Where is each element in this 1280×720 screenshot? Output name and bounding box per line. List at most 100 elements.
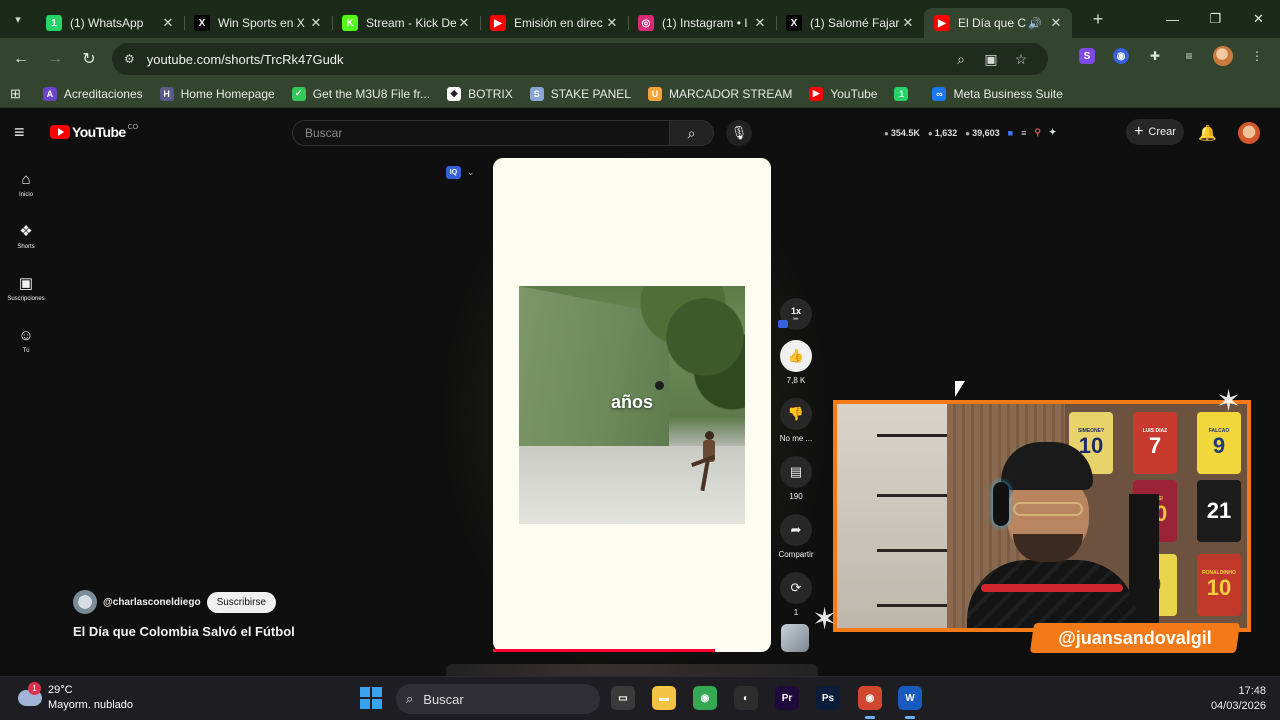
plus-icon: + — [1134, 123, 1144, 140]
close-tab-icon[interactable]: ✕ — [456, 15, 472, 31]
account-avatar[interactable] — [1238, 122, 1260, 144]
notifications-bell-icon[interactable]: 🔔 — [1198, 124, 1217, 142]
channel-avatar[interactable] — [73, 590, 97, 614]
sidenav-item[interactable]: ☺ Tú — [0, 314, 52, 366]
shorts-player[interactable]: años — [493, 158, 771, 652]
browser-tab[interactable]: ▶ Emisión en direc ✕ — [480, 8, 628, 38]
new-tab-button[interactable]: + — [1082, 9, 1114, 30]
sidenav-item[interactable]: ❖ Shorts — [0, 210, 52, 262]
iq-extension-badge[interactable]: IQ ⌄ — [446, 166, 475, 179]
iq-icon[interactable]: ■ — [1008, 128, 1013, 138]
zoom-icon[interactable]: ⌕ — [946, 51, 976, 68]
youtube-logo[interactable]: YouTube CO — [50, 124, 138, 140]
short-info: @charlasconeldiego Suscribirse El Día qu… — [73, 590, 295, 639]
tab-search-icon[interactable]: ▾ — [0, 0, 36, 38]
speaker-icon[interactable]: 🔊 — [1028, 17, 1042, 30]
webcam-overlay: SIMEONE?10LUIS DIAZ7FALCAO9MESSI10219RON… — [833, 400, 1251, 632]
bookmark-item[interactable]: S STAKE PANEL — [529, 86, 631, 101]
close-tab-icon[interactable]: ✕ — [752, 15, 768, 31]
chrome-icon[interactable]: ◉ — [693, 686, 717, 710]
close-tab-icon[interactable]: ✕ — [160, 15, 176, 31]
site-info-icon[interactable]: ⚙ — [124, 52, 135, 66]
comment-icon: ▤ — [789, 464, 803, 479]
chrome-alt-icon[interactable]: ◉ — [858, 686, 882, 719]
create-button[interactable]: + Crear — [1126, 119, 1184, 145]
reload-icon[interactable]: ↻ — [72, 42, 106, 76]
browser-tab[interactable]: X (1) Salomé Fajar ✕ — [776, 8, 924, 38]
sidenav-item[interactable]: ▣ Suscripciones — [0, 262, 52, 314]
like-button[interactable]: 👍 — [780, 340, 812, 372]
extension-iq-icon[interactable]: ◉ — [1108, 43, 1134, 69]
weather-widget[interactable]: 1 29°C Mayorm. nublado — [18, 682, 133, 713]
share-button[interactable]: ➦ — [780, 514, 812, 546]
search-button[interactable]: ⌕ — [670, 120, 714, 146]
sparkle-icon[interactable]: ✦ — [1049, 127, 1057, 138]
user-icon: ☺ — [18, 326, 34, 344]
subscribe-button[interactable]: Suscribirse — [206, 591, 277, 613]
search-input[interactable]: Buscar — [292, 120, 670, 146]
thumbs-down-icon: 👎 — [787, 406, 805, 421]
file-explorer-icon[interactable]: ▭ — [611, 686, 635, 710]
bookmark-item[interactable]: ◆ BOTRIX — [447, 86, 513, 101]
media-controls-icon[interactable]: ≡ — [1176, 43, 1202, 69]
home-icon: ⌂ — [21, 170, 31, 188]
video-progress-bar[interactable] — [493, 649, 771, 652]
tab-title: Emisión en direc — [514, 16, 603, 30]
url-text[interactable]: youtube.com/shorts/TrcRk47Gudk — [147, 52, 946, 67]
bookmark-item[interactable]: 1 — [894, 86, 915, 101]
browser-tab[interactable]: 1 (1) WhatsApp ✕ — [36, 8, 184, 38]
windows-start-icon[interactable] — [360, 687, 382, 709]
browser-tab[interactable]: X Win Sports en X ✕ — [184, 8, 332, 38]
audio-channel-thumbnail[interactable] — [781, 624, 809, 652]
voice-search-icon[interactable]: 🎙 — [726, 120, 752, 146]
browser-tab[interactable]: ▶ El Día que C 🔊 ✕ — [924, 8, 1072, 38]
close-tab-icon[interactable]: ✕ — [1048, 15, 1064, 31]
minimize-icon[interactable]: — — [1151, 0, 1194, 38]
next-short-preview[interactable] — [446, 664, 818, 676]
photoshop-icon[interactable]: Ps — [816, 686, 840, 710]
forward-icon[interactable]: → — [38, 42, 72, 76]
back-icon[interactable]: ← — [4, 42, 38, 76]
restore-icon[interactable]: ❐ — [1194, 0, 1237, 38]
close-tab-icon[interactable]: ✕ — [900, 15, 916, 31]
bookmark-label: STAKE PANEL — [550, 86, 631, 101]
bookmark-item[interactable]: A Acreditaciones — [42, 86, 143, 101]
list-icon[interactable]: ≡ — [1021, 128, 1026, 138]
close-tab-icon[interactable]: ✕ — [308, 15, 324, 31]
menu-hamburger-icon[interactable]: ≡ — [14, 122, 25, 143]
bookmark-item[interactable]: H Home Homepage — [159, 86, 275, 101]
install-app-icon[interactable]: ▣ — [976, 51, 1006, 68]
channel-handle[interactable]: @charlasconeldiego — [103, 597, 201, 608]
short-title[interactable]: El Día que Colombia Salvó el Fútbol — [73, 624, 295, 639]
bookmark-item[interactable]: ✓ Get the M3U8 File fr... — [291, 86, 430, 101]
bookmark-star-icon[interactable]: ☆ — [1006, 51, 1036, 68]
share-icon: ➦ — [790, 522, 802, 537]
folder-icon[interactable]: ▬ — [652, 686, 676, 710]
taskbar-search[interactable]: ⌕ Buscar — [396, 684, 600, 714]
bookmark-label: MARCADOR STREAM — [668, 86, 793, 101]
close-window-icon[interactable]: ✕ — [1237, 0, 1280, 38]
browser-tab[interactable]: ◎ (1) Instagram • I ✕ — [628, 8, 776, 38]
word-icon[interactable]: W — [898, 686, 922, 719]
extension-s-icon[interactable]: S — [1074, 43, 1100, 69]
obs-icon[interactable]: ◐ — [734, 686, 758, 710]
bookmark-item[interactable]: U MARCADOR STREAM — [647, 86, 793, 101]
address-bar[interactable]: ⚙ youtube.com/shorts/TrcRk47Gudk ⌕ ▣ ☆ — [112, 43, 1048, 75]
profile-avatar[interactable] — [1210, 43, 1236, 69]
remix-button[interactable]: ⟳ — [780, 572, 812, 604]
comments-button[interactable]: ▤ — [780, 456, 812, 488]
system-clock[interactable]: 17:48 04/03/2026 — [1211, 684, 1266, 714]
browser-tab[interactable]: K Stream - Kick De ✕ — [332, 8, 480, 38]
extensions-puzzle-icon[interactable]: ✚ — [1142, 43, 1168, 69]
dislike-button[interactable]: 👎 — [780, 398, 812, 430]
browser-menu-icon[interactable]: ⋮ — [1244, 43, 1270, 69]
eye-icon: ● — [927, 128, 933, 138]
video-caption: años — [610, 392, 653, 412]
bookmark-item[interactable]: ▶ YouTube — [809, 86, 877, 101]
sidenav-item[interactable]: ⌂ Inicio — [0, 158, 52, 210]
apps-grid-icon[interactable]: ⊞ — [10, 86, 21, 102]
bookmark-item[interactable]: ∞ Meta Business Suite — [932, 86, 1063, 101]
premiere-icon[interactable]: Pr — [775, 686, 799, 710]
key-icon[interactable]: ⚲ — [1034, 127, 1041, 138]
close-tab-icon[interactable]: ✕ — [604, 15, 620, 31]
